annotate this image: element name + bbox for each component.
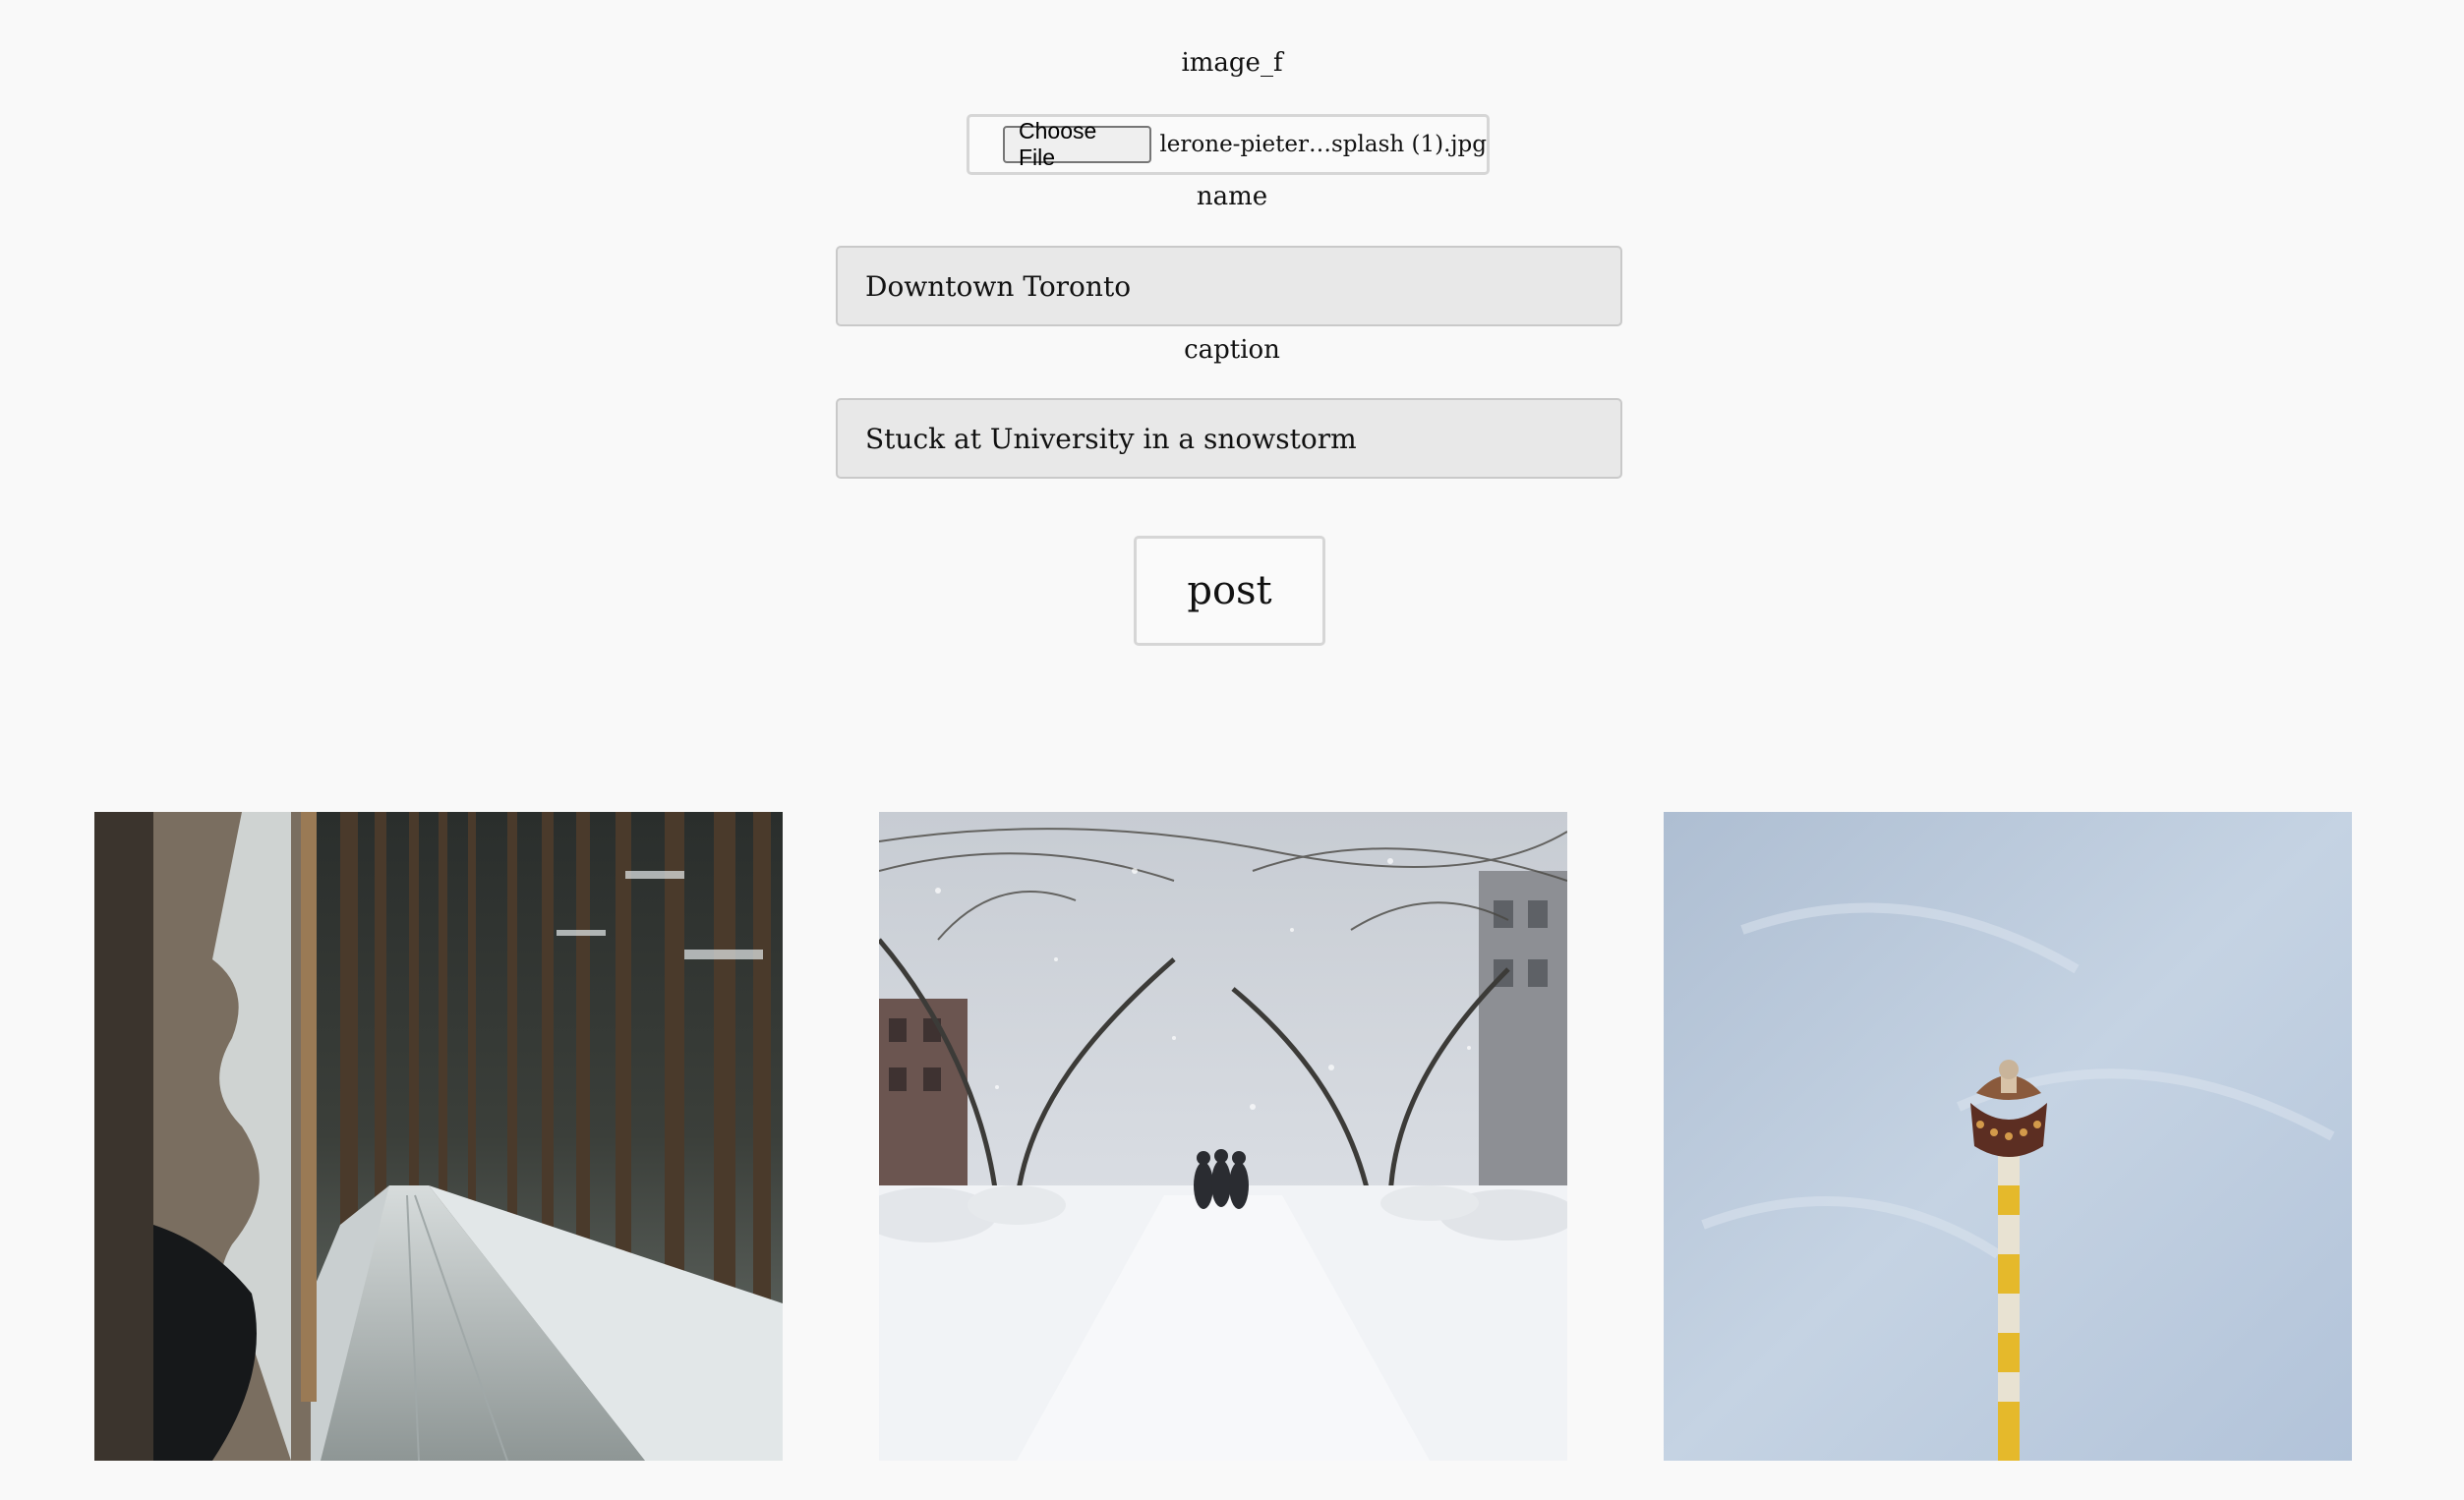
forest-road-image [94, 812, 783, 1461]
post-page: image_f Choose File lerone-pieter…splash… [0, 0, 2464, 1500]
caption-input[interactable] [836, 398, 1622, 479]
gallery-photo-street[interactable] [879, 812, 1567, 1461]
caption-field-label: caption [1184, 335, 1280, 365]
snowy-street-image [879, 812, 1567, 1461]
choose-file-button[interactable]: Choose File [1003, 118, 1152, 170]
drop-tower-image [1664, 812, 2352, 1461]
gallery-photo-tower[interactable] [1664, 812, 2352, 1461]
file-input[interactable]: Choose File lerone-pieter…splash (1).jpg [967, 114, 1490, 175]
selected-file-name: lerone-pieter…splash (1).jpg [1159, 132, 1487, 157]
image-field-label: image_f [1181, 48, 1283, 78]
name-field-label: name [1196, 182, 1268, 211]
post-button[interactable]: post [1134, 536, 1325, 646]
name-input[interactable] [836, 246, 1622, 326]
gallery-photo-forest[interactable] [94, 812, 783, 1461]
